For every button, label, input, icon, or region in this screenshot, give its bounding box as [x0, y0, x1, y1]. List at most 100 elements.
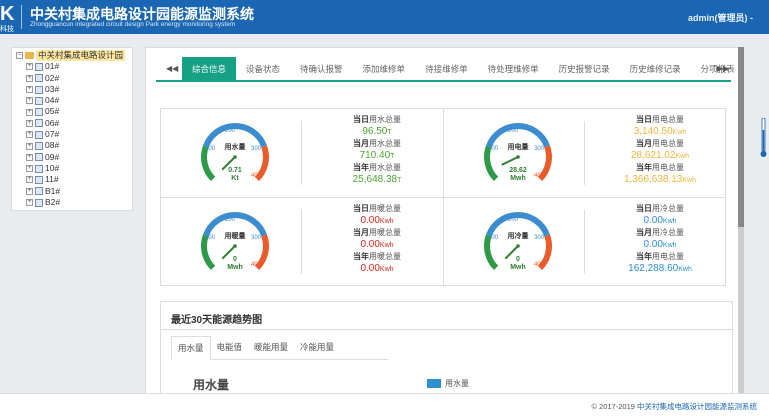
- scrollbar[interactable]: [738, 47, 744, 393]
- app-subtitle: Zhongguancun integrated circuit design P…: [30, 21, 236, 28]
- stat-period: 当日: [353, 115, 369, 124]
- tree-root[interactable]: − 中关村集成电路设计园: [16, 50, 132, 62]
- building-icon: [35, 142, 43, 151]
- trend-tab[interactable]: 用水量: [171, 336, 211, 360]
- stat-name: 用电总量: [652, 139, 684, 148]
- trend-tab[interactable]: 电能值: [211, 336, 249, 359]
- tree-item[interactable]: +04#: [16, 95, 132, 106]
- tree-item-label[interactable]: 01#: [45, 61, 59, 72]
- tree-item-label[interactable]: 11#: [45, 174, 59, 185]
- expand-icon[interactable]: +: [26, 86, 33, 94]
- stat-name: 用电总量: [652, 252, 684, 261]
- gauge-value: 0: [233, 256, 237, 263]
- trend-tabs: 用水量 电能值 暖能用量 冷能用量: [171, 336, 388, 360]
- tab-item[interactable]: 待接维修单: [415, 57, 478, 82]
- expand-icon[interactable]: +: [26, 176, 33, 184]
- tree-item-label[interactable]: 06#: [45, 118, 59, 129]
- expand-icon[interactable]: +: [26, 199, 33, 206]
- tree-item-label[interactable]: B2#: [45, 197, 60, 208]
- stat-number: 162,288.60: [628, 263, 679, 274]
- gauge-unit: Mwh: [510, 264, 526, 271]
- tab-prev-icon[interactable]: ◀◀: [166, 64, 178, 73]
- gauge-name: 用水量: [225, 142, 246, 151]
- gauge-value: 0.71: [228, 167, 242, 174]
- stat-period: 当年: [636, 163, 652, 172]
- stat-name: 用水总量: [369, 163, 401, 172]
- expand-icon[interactable]: +: [26, 97, 33, 105]
- stat-name: 用暖总量: [369, 204, 401, 213]
- expand-icon[interactable]: +: [26, 165, 33, 173]
- stat-list: 当日用电总量 3,140.50Kwh 当月用电总量 28,621.02Kwh 当年用电总…: [604, 115, 716, 187]
- stat-period: 当日: [353, 204, 369, 213]
- expand-icon[interactable]: +: [26, 108, 33, 116]
- tree-item[interactable]: + B2#: [16, 197, 132, 208]
- folder-icon: [25, 52, 34, 60]
- copyright: © 2017-2019 中关村集成电路设计园能源监测系统: [591, 401, 757, 412]
- energy-cell: 0 100 200 300 400 用冷量 0 Mwh 当日用冷总量 0.00Kwh 当月用冷总量 0…: [444, 198, 727, 287]
- expand-icon[interactable]: +: [26, 63, 33, 71]
- gauge-tick-label: 200: [508, 217, 519, 223]
- tree-root-label[interactable]: 中关村集成电路设计园: [36, 50, 126, 62]
- gauge-tick-label: 200: [225, 128, 236, 134]
- tab-item[interactable]: 设备状态: [236, 57, 290, 82]
- expand-icon[interactable]: +: [26, 74, 33, 82]
- tree-item[interactable]: +03#: [16, 84, 132, 95]
- stat-period: 当月: [353, 228, 369, 237]
- tab-next-icon[interactable]: ▶▶: [717, 64, 729, 73]
- gauge-name: 用暖量: [225, 231, 246, 240]
- tab-item[interactable]: 添加维修单: [353, 57, 416, 82]
- gauge-tick-label: 400: [251, 262, 262, 268]
- expand-icon[interactable]: +: [26, 142, 33, 150]
- tree-item[interactable]: +05#: [16, 106, 132, 117]
- logo: K: [0, 3, 14, 25]
- tab-item[interactable]: 历史报警记录: [549, 57, 620, 82]
- tab-item[interactable]: 历史维修记录: [620, 57, 691, 82]
- tree-item-label[interactable]: 05#: [45, 106, 59, 117]
- tree-item[interactable]: +06#: [16, 118, 132, 129]
- tree-item-label[interactable]: 07#: [45, 129, 59, 140]
- tab-item[interactable]: 综合信息: [182, 57, 237, 82]
- tab-item[interactable]: 待处理维修单: [478, 57, 549, 82]
- trend-section: 最近30天能源趋势图 用水量 电能值 暖能用量 冷能用量 用水量 用水量: [160, 301, 733, 406]
- stat-name: 用电总量: [652, 163, 684, 172]
- tree-item[interactable]: +02#: [16, 73, 132, 84]
- tree-item[interactable]: +11#: [16, 174, 132, 185]
- stat-period: 当年: [353, 252, 369, 261]
- gauge-hub: [516, 244, 520, 248]
- cell-divider: [584, 121, 585, 185]
- expand-icon[interactable]: +: [26, 187, 33, 195]
- stat-unit: Kwh: [662, 242, 677, 249]
- tree-item-label[interactable]: 08#: [45, 140, 59, 151]
- tree-item-label[interactable]: B1#: [45, 186, 60, 197]
- tree-item[interactable]: +08#: [16, 140, 132, 151]
- tree-item-label[interactable]: 09#: [45, 152, 59, 163]
- legend-label[interactable]: 用水量: [445, 378, 469, 389]
- expand-icon[interactable]: +: [26, 119, 33, 127]
- main-panel: ◀◀ 综合信息 设备状态 待确认报警 添加维修单 待接维修单 待处理维修单 历史报警记录 历史…: [145, 47, 742, 407]
- tree-item[interactable]: +01#: [16, 61, 132, 72]
- tree-item[interactable]: +10#: [16, 163, 132, 174]
- tree-item[interactable]: +07#: [16, 129, 132, 140]
- stat-label: 当年用电总量: [604, 163, 716, 173]
- stat-value: 1,366,638.13Kwh: [604, 173, 716, 187]
- tree-item[interactable]: + B1#: [16, 186, 132, 197]
- expand-icon[interactable]: +: [26, 131, 33, 139]
- user-menu[interactable]: admin(管理员) -: [688, 11, 753, 24]
- scrollbar-thumb[interactable]: [738, 47, 744, 227]
- tree-item[interactable]: +09#: [16, 152, 132, 163]
- tree-item-label[interactable]: 03#: [45, 84, 59, 95]
- expand-icon[interactable]: +: [26, 153, 33, 161]
- trend-tab[interactable]: 暖能用量: [248, 336, 294, 359]
- tree-item-label[interactable]: 02#: [45, 73, 59, 84]
- tree-item-label[interactable]: 10#: [45, 163, 59, 174]
- stat-unit: T: [387, 129, 392, 136]
- trend-tab[interactable]: 冷能用量: [294, 336, 340, 359]
- thermometer-icon: [760, 118, 767, 157]
- stat-number: 0.00: [360, 263, 380, 274]
- tab-item[interactable]: 待确认报警: [290, 57, 353, 82]
- collapse-icon[interactable]: −: [16, 52, 23, 60]
- building-icon: [35, 198, 43, 207]
- tree-item-label[interactable]: 04#: [45, 95, 59, 106]
- gauge-unit: Kt: [231, 175, 239, 182]
- stat-value: 162,288.60Kwh: [604, 262, 716, 276]
